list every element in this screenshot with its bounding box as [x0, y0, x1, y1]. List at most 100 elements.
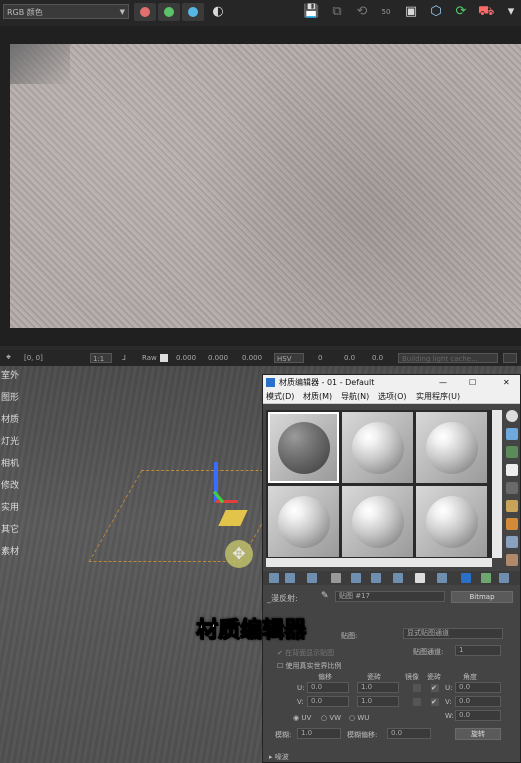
menu-mode[interactable]: 模式(D) — [266, 390, 294, 403]
more-icon[interactable]: ▾ — [503, 4, 519, 20]
video-check-icon[interactable] — [506, 482, 518, 494]
eyedropper-icon[interactable]: ✎ — [321, 589, 329, 603]
select-by-material-icon[interactable] — [506, 536, 518, 548]
rendered-image[interactable] — [10, 44, 521, 328]
uv-radio[interactable]: ◉ UV — [293, 714, 311, 722]
noise-rollout-label: 噪波 — [274, 753, 289, 761]
make-unique-icon[interactable] — [371, 573, 381, 583]
v-mirror-checkbox[interactable] — [413, 698, 421, 706]
noise-rollout[interactable]: ▸ 噪波 — [269, 752, 289, 762]
v-tile-checkbox[interactable]: ✔ — [431, 698, 439, 706]
u-mirror-checkbox[interactable] — [413, 684, 421, 692]
uv-tiling-icon[interactable] — [506, 464, 518, 476]
map-type-button[interactable]: Bitmap — [451, 591, 513, 603]
material-editor-menu: 模式(D) 材质(M) 导航(N) 选项(O) 实用程序(U) — [263, 390, 520, 404]
material-slot-3[interactable] — [416, 412, 487, 483]
go-forward-icon[interactable] — [499, 573, 509, 583]
render-icon[interactable]: ⛟ — [478, 4, 494, 20]
frame-icon[interactable]: ▣ — [403, 4, 419, 20]
maximize-icon[interactable]: ☐ — [469, 375, 476, 390]
show-map-back-checkbox[interactable]: ✔ 在背面显示贴图 — [277, 648, 334, 658]
map-channel-spinner[interactable]: 1 — [455, 645, 501, 656]
angle-header: 角度 — [463, 673, 477, 681]
sphere-preview — [352, 496, 404, 548]
sphere-preview — [278, 422, 330, 474]
show-end-result-icon[interactable] — [461, 573, 471, 583]
move-icon[interactable]: ✥ — [225, 540, 253, 568]
material-slot-4[interactable] — [268, 486, 339, 557]
minimize-icon[interactable]: — — [439, 375, 447, 390]
color-mode-select[interactable]: HSV — [274, 353, 304, 363]
navigator-icon[interactable] — [506, 554, 518, 566]
cmd-utility[interactable]: 实用 — [1, 500, 19, 513]
put-to-library-icon[interactable] — [393, 573, 403, 583]
v-tiling-value: 1.0 — [361, 697, 373, 705]
cmd-material[interactable]: 材质 — [1, 412, 19, 425]
alpha-icon[interactable]: ◐ — [210, 4, 226, 20]
reset-icon[interactable] — [331, 573, 341, 583]
sync-icon[interactable]: ⟳ — [453, 4, 469, 20]
menu-utilities[interactable]: 实用程序(U) — [416, 390, 460, 403]
sample-type-icon[interactable] — [506, 410, 518, 422]
cmd-camera[interactable]: 相机 — [1, 456, 19, 469]
u-offset-spinner[interactable]: 0.0 — [307, 682, 349, 693]
options-icon[interactable] — [506, 518, 518, 530]
status-extra-button[interactable] — [503, 353, 517, 363]
backlight-icon[interactable] — [506, 428, 518, 440]
mapping-select[interactable]: 显式贴图通道 — [403, 628, 503, 639]
material-toolbar — [263, 571, 520, 585]
blur-spinner[interactable]: 1.0 — [297, 728, 341, 739]
preview-icon[interactable] — [506, 500, 518, 512]
go-to-parent-icon[interactable] — [481, 573, 491, 583]
cmd-assets[interactable]: 素材 — [1, 544, 19, 557]
material-slot-6[interactable] — [416, 486, 487, 557]
curve-icon[interactable]: ⅃ — [122, 350, 126, 366]
clone-icon[interactable]: ⧉ — [329, 4, 345, 20]
u-tiling-spinner[interactable]: 1.0 — [357, 682, 399, 693]
cmd-modify[interactable]: 修改 — [1, 478, 19, 491]
slots-horizontal-scrollbar[interactable] — [266, 558, 492, 567]
history-icon[interactable]: ⟲ — [354, 4, 370, 20]
w-angle-spinner[interactable]: 0.0 — [455, 710, 501, 721]
put-to-scene-icon[interactable] — [285, 573, 295, 583]
get-material-icon[interactable] — [269, 573, 279, 583]
u-tile-checkbox[interactable]: ✔ — [431, 684, 439, 692]
menu-material[interactable]: 材质(M) — [303, 390, 332, 403]
menu-navigation[interactable]: 导航(N) — [341, 390, 369, 403]
v-tiling-spinner[interactable]: 1.0 — [357, 696, 399, 707]
material-slot-5[interactable] — [342, 486, 413, 557]
map-name-field[interactable]: 贴图 #17 — [335, 591, 445, 602]
region-icon[interactable]: ⬡ — [428, 4, 444, 20]
close-icon[interactable]: ✕ — [503, 375, 510, 390]
blur-offset-spinner[interactable]: 0.0 — [387, 728, 431, 739]
background-icon[interactable] — [506, 446, 518, 458]
cmd-lights[interactable]: 灯光 — [1, 434, 19, 447]
menu-options[interactable]: 选项(O) — [378, 390, 407, 403]
zoom-select[interactable]: 1:1 — [90, 353, 112, 363]
v-offset-spinner[interactable]: 0.0 — [307, 696, 349, 707]
channel-select[interactable]: RGB 颜色 ▼ — [3, 4, 129, 19]
material-slot-2[interactable] — [342, 412, 413, 483]
save-icon[interactable]: 💾 — [303, 4, 319, 20]
cmd-outdoor[interactable]: 室外 — [1, 368, 19, 381]
blue-channel-button[interactable] — [182, 3, 204, 21]
cmd-shapes[interactable]: 图形 — [1, 390, 19, 403]
cmd-other[interactable]: 其它 — [1, 522, 19, 535]
show-map-icon[interactable] — [437, 573, 447, 583]
channel-label: 贴图通道: — [413, 648, 444, 656]
v-angle-spinner[interactable]: 0.0 — [455, 696, 501, 707]
vw-radio[interactable]: ○ VW — [321, 714, 341, 722]
copy-material-icon[interactable] — [351, 573, 361, 583]
wu-radio[interactable]: ○ WU — [349, 714, 369, 722]
red-channel-button[interactable] — [134, 3, 156, 21]
slots-vertical-scrollbar[interactable] — [492, 410, 502, 558]
sphere-preview — [426, 422, 478, 474]
green-channel-button[interactable] — [158, 3, 180, 21]
assign-material-icon[interactable] — [307, 573, 317, 583]
realworld-checkbox[interactable]: ☐ 使用真实世界比例 — [277, 661, 342, 671]
value-g: 0.000 — [208, 354, 229, 362]
rotate-button[interactable]: 旋转 — [455, 728, 501, 740]
u-angle-spinner[interactable]: 0.0 — [455, 682, 501, 693]
material-id-icon[interactable] — [415, 573, 425, 583]
material-slot-1[interactable] — [268, 412, 339, 483]
